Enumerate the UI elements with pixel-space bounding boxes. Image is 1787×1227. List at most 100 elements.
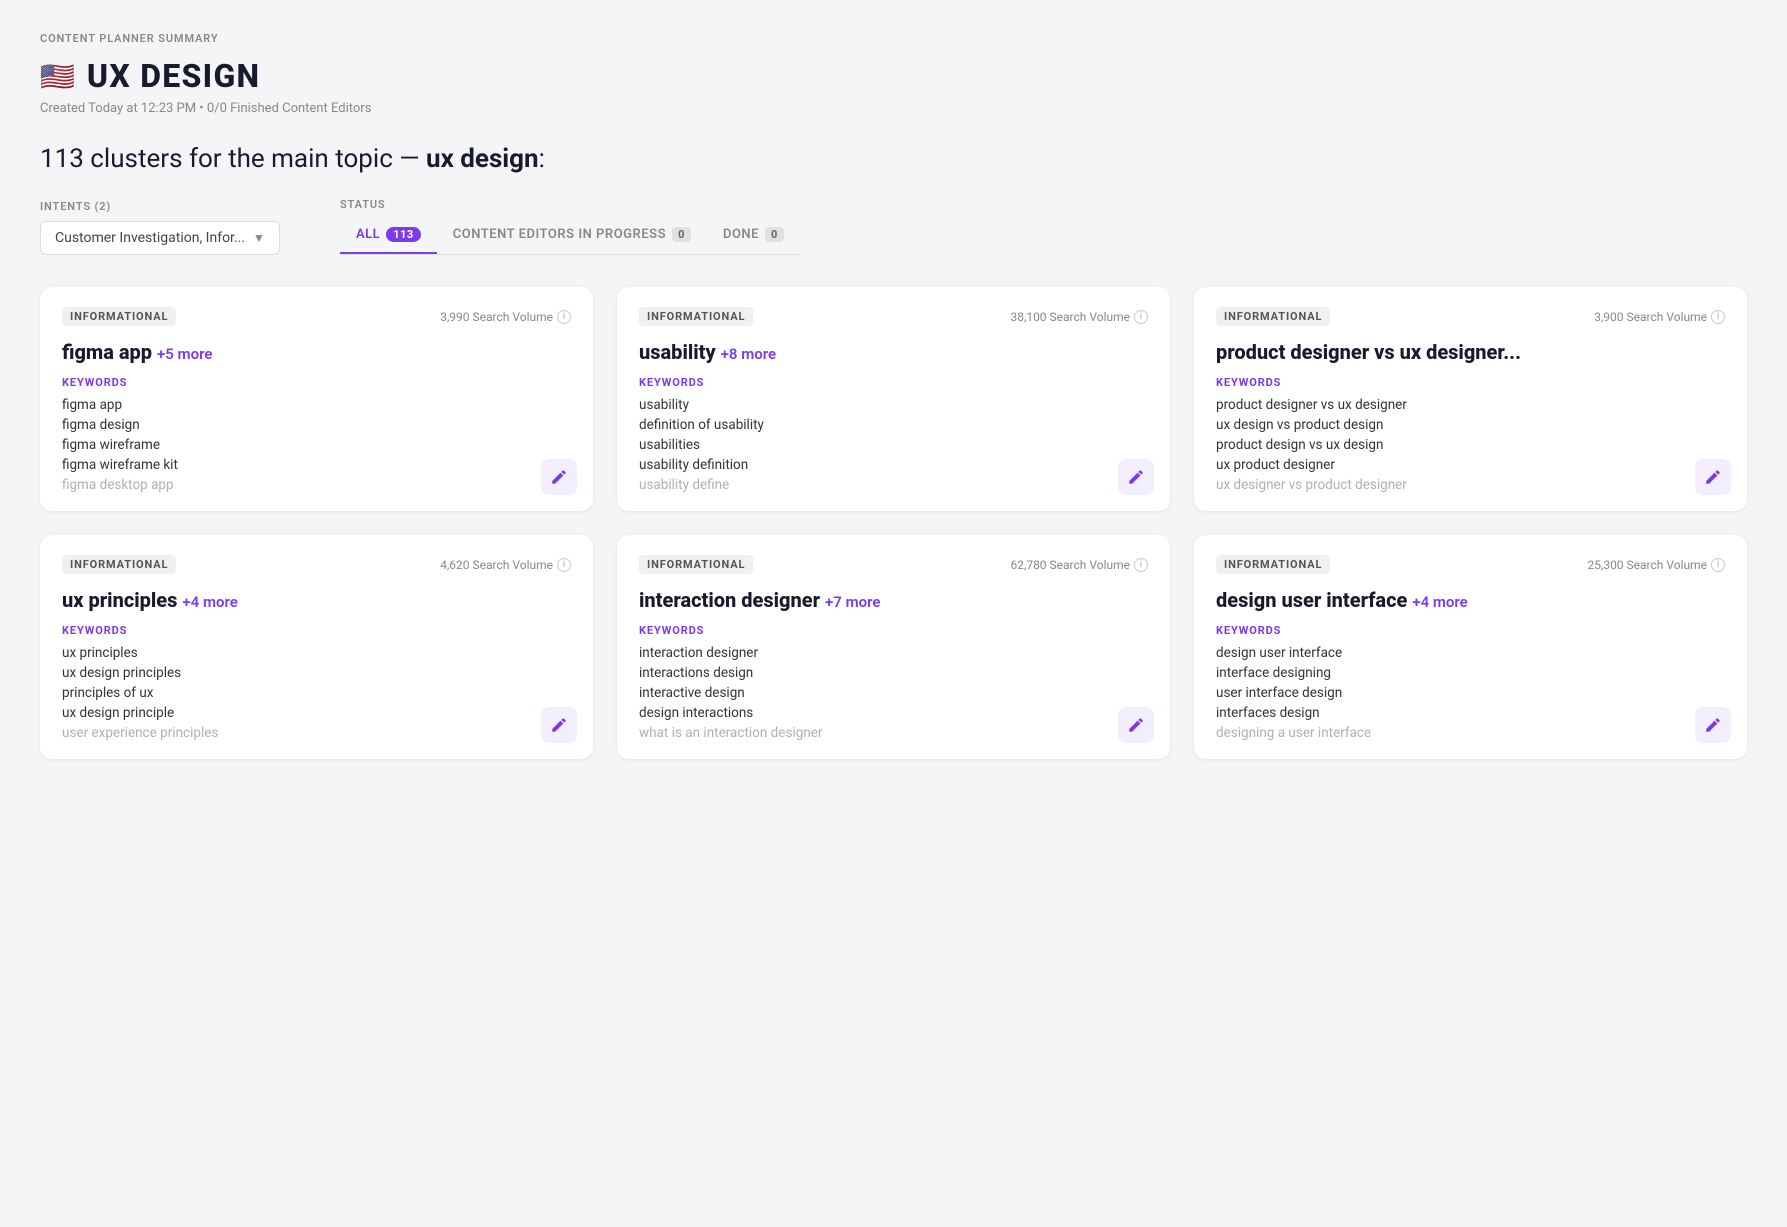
keywords-label-4: KEYWORDS (639, 624, 1148, 637)
card-header-2: INFORMATIONAL 3,900 Search Volume i (1216, 307, 1725, 326)
card-volume-3: 4,620 Search Volume i (440, 558, 571, 572)
edit-icon-3 (550, 716, 568, 734)
card-more-3: +4 more (182, 593, 237, 611)
intents-filter: INTENTS (2) Customer Investigation, Info… (40, 200, 280, 255)
keyword-item-1-2: usabilities (639, 437, 1148, 453)
info-icon-5[interactable]: i (1711, 558, 1725, 572)
keyword-item-4-4: what is an interaction designer (639, 725, 1148, 741)
card-header-1: INFORMATIONAL 38,100 Search Volume i (639, 307, 1148, 326)
card-type-0: INFORMATIONAL (62, 307, 176, 326)
info-icon-2[interactable]: i (1711, 310, 1725, 324)
keyword-item-5-2: user interface design (1216, 685, 1725, 701)
tab-in-progress[interactable]: CONTENT EDITORS IN PROGRESS 0 (437, 219, 707, 254)
keyword-item-4-3: design interactions (639, 705, 1148, 721)
keyword-list-0: figma app figma design figma wireframe figm… (62, 397, 571, 493)
keywords-label-5: KEYWORDS (1216, 624, 1725, 637)
info-icon-3[interactable]: i (557, 558, 571, 572)
card-header-3: INFORMATIONAL 4,620 Search Volume i (62, 555, 571, 574)
page-title: UX DESIGN (87, 57, 260, 95)
card-volume-1: 38,100 Search Volume i (1010, 310, 1148, 324)
card-more-1: +8 more (721, 345, 776, 363)
keyword-item-3-2: principles of ux (62, 685, 571, 701)
card-title-0: figma app +5 more (62, 340, 571, 364)
page-label: CONTENT PLANNER SUMMARY (40, 32, 1747, 45)
flag-icon: 🇺🇸 (40, 60, 75, 93)
keyword-item-5-4: designing a user interface (1216, 725, 1725, 741)
info-icon-4[interactable]: i (1134, 558, 1148, 572)
tab-done-badge: 0 (765, 227, 784, 242)
card-type-3: INFORMATIONAL (62, 555, 176, 574)
edit-icon-1 (1127, 468, 1145, 486)
tab-done[interactable]: DONE 0 (707, 219, 800, 254)
edit-icon-4 (1127, 716, 1145, 734)
keyword-item-1-1: definition of usability (639, 417, 1148, 433)
keyword-item-5-1: interface designing (1216, 665, 1725, 681)
card-header-0: INFORMATIONAL 3,990 Search Volume i (62, 307, 571, 326)
title-row: 🇺🇸 UX DESIGN (40, 57, 1747, 95)
card-type-4: INFORMATIONAL (639, 555, 753, 574)
tab-all-label: ALL (356, 227, 380, 242)
card-1: INFORMATIONAL 38,100 Search Volume i usa… (617, 287, 1170, 511)
edit-icon-5 (1704, 716, 1722, 734)
card-5: INFORMATIONAL 25,300 Search Volume i des… (1194, 535, 1747, 759)
keyword-item-0-4: figma desktop app (62, 477, 571, 493)
keywords-label-0: KEYWORDS (62, 376, 571, 389)
card-title-5: design user interface +4 more (1216, 588, 1725, 612)
intents-dropdown[interactable]: Customer Investigation, Infor... ▼ (40, 221, 280, 255)
keywords-label-3: KEYWORDS (62, 624, 571, 637)
info-icon-0[interactable]: i (557, 310, 571, 324)
keyword-list-3: ux principles ux design principles princip… (62, 645, 571, 741)
card-title-4: interaction designer +7 more (639, 588, 1148, 612)
intents-label: INTENTS (2) (40, 200, 280, 213)
card-volume-5: 25,300 Search Volume i (1587, 558, 1725, 572)
keyword-item-3-1: ux design principles (62, 665, 571, 681)
keyword-item-5-0: design user interface (1216, 645, 1725, 661)
keyword-item-3-3: ux design principle (62, 705, 571, 721)
keyword-item-3-4: user experience principles (62, 725, 571, 741)
card-header-5: INFORMATIONAL 25,300 Search Volume i (1216, 555, 1725, 574)
edit-button-1[interactable] (1118, 459, 1154, 495)
edit-button-3[interactable] (541, 707, 577, 743)
keyword-item-1-0: usability (639, 397, 1148, 413)
status-filter: STATUS ALL 113 CONTENT EDITORS IN PROGRE… (340, 198, 800, 255)
keywords-label-2: KEYWORDS (1216, 376, 1725, 389)
status-label: STATUS (340, 198, 800, 211)
keywords-label-1: KEYWORDS (639, 376, 1148, 389)
edit-button-2[interactable] (1695, 459, 1731, 495)
info-icon-1[interactable]: i (1134, 310, 1148, 324)
card-title-1: usability +8 more (639, 340, 1148, 364)
edit-button-0[interactable] (541, 459, 577, 495)
keyword-list-2: product designer vs ux designerux design… (1216, 397, 1725, 493)
keyword-item-0-0: figma app (62, 397, 571, 413)
keyword-item-0-3: figma wireframe kit (62, 457, 571, 473)
clusters-heading: 113 clusters for the main topic — ux des… (40, 144, 1747, 174)
tab-all[interactable]: ALL 113 (340, 219, 437, 254)
keyword-list-1: usability definition of usability usabilit… (639, 397, 1148, 493)
keyword-item-0-1: figma design (62, 417, 571, 433)
keyword-item-1-3: usability definition (639, 457, 1148, 473)
edit-button-4[interactable] (1118, 707, 1154, 743)
edit-icon-0 (550, 468, 568, 486)
card-4: INFORMATIONAL 62,780 Search Volume i int… (617, 535, 1170, 759)
keyword-item-3-0: ux principles (62, 645, 571, 661)
card-0: INFORMATIONAL 3,990 Search Volume i figm… (40, 287, 593, 511)
keyword-item-0-2: figma wireframe (62, 437, 571, 453)
keyword-item-2-2: product design vs ux design (1216, 437, 1725, 453)
card-header-4: INFORMATIONAL 62,780 Search Volume i (639, 555, 1148, 574)
card-type-2: INFORMATIONAL (1216, 307, 1330, 326)
card-type-1: INFORMATIONAL (639, 307, 753, 326)
keyword-item-4-1: interactions design (639, 665, 1148, 681)
tab-in-progress-badge: 0 (672, 227, 691, 242)
edit-button-5[interactable] (1695, 707, 1731, 743)
cards-grid: INFORMATIONAL 3,990 Search Volume i figm… (40, 287, 1747, 759)
card-title-3: ux principles +4 more (62, 588, 571, 612)
status-tabs: ALL 113 CONTENT EDITORS IN PROGRESS 0 DO… (340, 219, 800, 255)
subtitle: Created Today at 12:23 PM • 0/0 Finished… (40, 101, 1747, 116)
keyword-item-5-3: interfaces design (1216, 705, 1725, 721)
tab-done-label: DONE (723, 227, 759, 242)
card-more-5: +4 more (1412, 593, 1467, 611)
keyword-item-2-1: ux design vs product design (1216, 417, 1725, 433)
keyword-item-2-4: ux designer vs product designer (1216, 477, 1725, 493)
card-title-2: product designer vs ux designer... (1216, 340, 1725, 364)
tab-all-badge: 113 (386, 227, 421, 242)
